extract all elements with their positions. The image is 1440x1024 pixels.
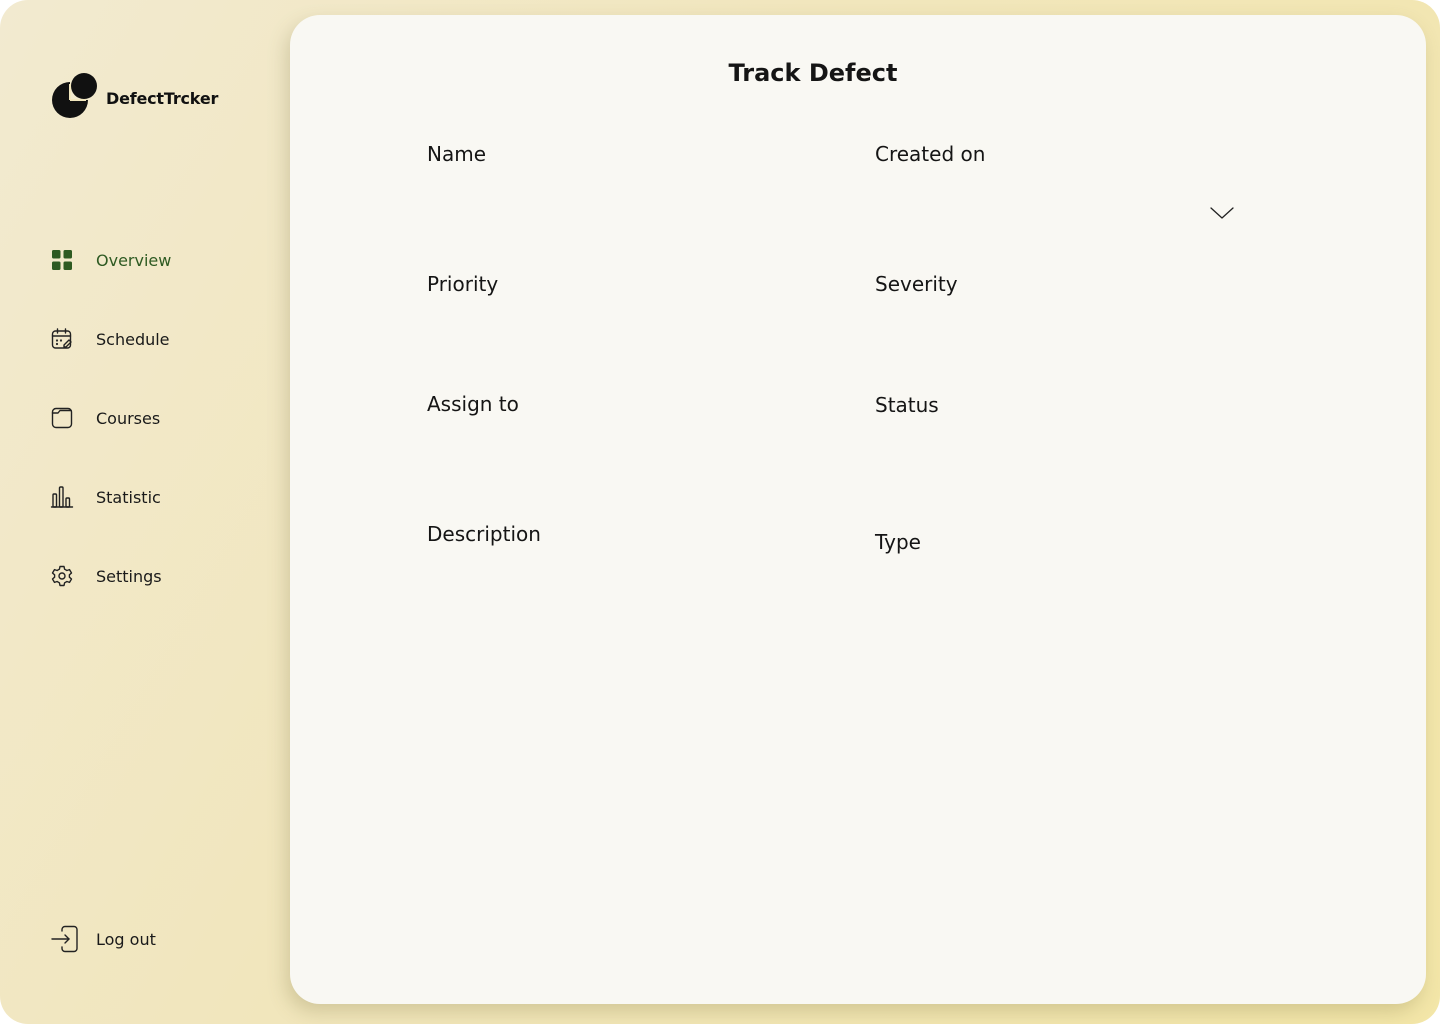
type-input[interactable] [875, 565, 1255, 603]
sidebar-item-courses[interactable]: Courses [50, 404, 270, 432]
description-textarea[interactable] [427, 560, 807, 680]
bar-chart-icon [50, 485, 74, 509]
status-input[interactable] [875, 428, 1255, 466]
calendar-edit-icon [50, 327, 74, 351]
grid-icon [50, 248, 74, 272]
sidebar-item-overview[interactable]: Overview [50, 246, 270, 274]
sidebar-item-label: Overview [96, 250, 172, 270]
assign-to-input[interactable] [427, 427, 807, 465]
page-title: Track Defect [728, 59, 898, 87]
sidebar-item-label: Schedule [96, 329, 170, 349]
folder-icon [50, 406, 74, 430]
priority-input[interactable] [427, 307, 807, 345]
created-on-label: Created on [875, 142, 986, 166]
brand-logo[interactable]: DefectTrcker [52, 72, 218, 118]
chevron-down-icon[interactable] [1209, 204, 1235, 222]
priority-label: Priority [427, 272, 499, 296]
logo-icon [52, 72, 98, 118]
type-label: Type [875, 530, 921, 554]
sidebar-item-label: Courses [96, 408, 161, 428]
login-arrow-icon [50, 924, 80, 954]
gear-icon [50, 564, 74, 588]
name-input[interactable] [427, 177, 807, 215]
status-label: Status [875, 393, 939, 417]
logout-label: Log out [96, 929, 156, 949]
sidebar-item-settings[interactable]: Settings [50, 562, 270, 590]
app-name: DefectTrcker [106, 88, 219, 108]
sidebar-item-schedule[interactable]: Schedule [50, 325, 270, 353]
app-window: DefectTrcker Overview Schedule Courses S… [0, 0, 1440, 1024]
name-label: Name [427, 142, 487, 166]
sidebar-nav: Overview Schedule Courses Statistic Sett… [50, 246, 270, 641]
assign-to-label: Assign to [427, 392, 519, 416]
track-defect-panel: Track Defect Name Created on Priority Se… [290, 15, 1426, 1004]
sidebar-item-statistic[interactable]: Statistic [50, 483, 270, 511]
logout-button[interactable]: Log out [50, 924, 156, 954]
description-label: Description [427, 522, 541, 546]
created-on-dropdown[interactable] [875, 193, 1245, 231]
severity-label: Severity [875, 272, 958, 296]
sidebar-item-label: Statistic [96, 487, 161, 507]
sidebar-item-label: Settings [96, 566, 162, 586]
severity-input[interactable] [875, 307, 1255, 345]
